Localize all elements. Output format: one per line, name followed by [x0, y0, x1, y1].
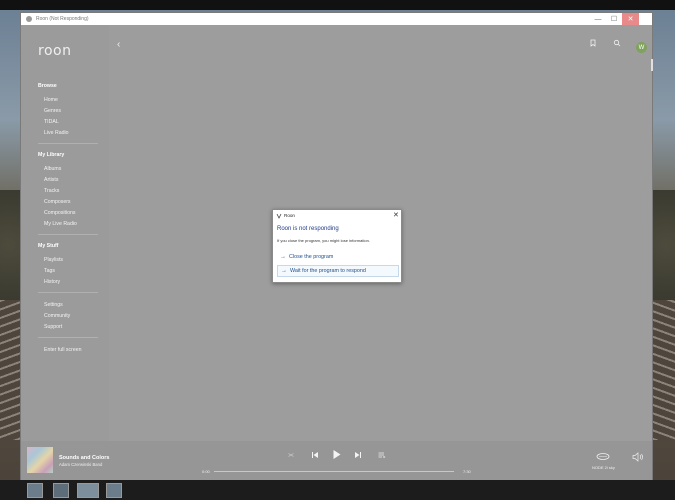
sidebar-divider [38, 143, 98, 144]
sidebar-divider [38, 234, 98, 235]
progress-bar[interactable] [214, 471, 454, 472]
queue-icon[interactable] [378, 451, 386, 459]
taskbar-thumbnail[interactable] [27, 483, 43, 498]
desktop-rails-left [0, 300, 22, 440]
close-the-program-option[interactable]: → Close the program [277, 251, 399, 263]
album-art[interactable] [27, 447, 53, 473]
sidebar-item-artists[interactable]: Artists [44, 177, 58, 183]
minimize-button[interactable]: — [590, 13, 606, 25]
sidebar-heading-browse: Browse [38, 83, 57, 89]
not-responding-dialog: Roon ✕ Roon is not responding If you clo… [272, 209, 402, 283]
desktop-rails-right [653, 300, 675, 440]
desktop-bushes-left [0, 190, 22, 300]
track-title[interactable]: Sounds and Colors [59, 455, 109, 461]
sidebar-item-genres[interactable]: Genres [44, 108, 61, 114]
arrow-right-icon: → [281, 268, 287, 274]
sidebar-item-tidal[interactable]: TIDAL [44, 119, 59, 125]
wait-for-program-label: Wait for the program to respond [290, 268, 366, 274]
sidebar-item-community[interactable]: Community [44, 313, 70, 319]
taskbar-thumbnail[interactable] [106, 483, 122, 498]
time-total: 7:30 [463, 469, 471, 474]
desktop-bushes-right [653, 190, 675, 300]
volume-icon[interactable] [632, 452, 644, 462]
user-avatar[interactable]: W [636, 42, 647, 53]
dialog-title: Roon [284, 213, 295, 218]
track-artist[interactable]: Adam Czerwinski Band [59, 462, 102, 467]
sidebar-item-settings[interactable]: Settings [44, 302, 63, 308]
sidebar-item-playlists[interactable]: Playlists [44, 257, 63, 263]
previous-track-icon[interactable] [311, 451, 319, 459]
sidebar-item-compositions[interactable]: Compositions [44, 210, 75, 216]
sidebar-item-albums[interactable]: Albums [44, 166, 61, 172]
sidebar-item-composers[interactable]: Composers [44, 199, 71, 205]
arrow-right-icon: → [280, 254, 286, 260]
sidebar-item-tags[interactable]: Tags [44, 268, 55, 274]
sidebar-item-tracks[interactable]: Tracks [44, 188, 59, 194]
window-title: Roon (Not Responding) [36, 16, 89, 22]
dialog-message: If you close the program, you might lose… [277, 238, 370, 243]
sidebar-heading-my-stuff: My Stuff [38, 243, 59, 249]
taskbar [0, 480, 675, 500]
taskbar-thumbnail[interactable] [77, 483, 99, 498]
shuffle-icon[interactable] [288, 452, 294, 458]
sidebar-heading-my-library: My Library [38, 152, 65, 158]
sidebar-item-support[interactable]: Support [44, 324, 62, 330]
sidebar-divider [38, 337, 98, 338]
play-icon[interactable] [331, 449, 342, 460]
bookmark-icon[interactable] [588, 38, 598, 48]
close-the-program-label: Close the program [289, 254, 334, 260]
sidebar-item-history[interactable]: History [44, 279, 60, 285]
scrollbar-thumb[interactable] [651, 59, 653, 71]
zone-device-icon[interactable] [596, 451, 610, 461]
back-chevron-icon[interactable]: ‹ [117, 39, 120, 50]
sidebar-item-home[interactable]: Home [44, 97, 58, 103]
search-icon[interactable] [612, 38, 622, 48]
now-playing-bar: Sounds and Colors Adam Czerwinski Band 0… [21, 441, 652, 480]
dialog-close-button[interactable]: ✕ [393, 211, 399, 219]
time-elapsed: 0:00 [202, 469, 210, 474]
taskbar-thumbnail[interactable] [53, 483, 69, 498]
roon-app-icon [26, 16, 32, 22]
sidebar-item-live-radio[interactable]: Live Radio [44, 130, 69, 136]
dialog-heading: Roon is not responding [277, 226, 339, 232]
window-titlebar[interactable]: Roon (Not Responding) [21, 13, 652, 25]
roon-logo[interactable]: roon [38, 43, 71, 59]
maximize-button[interactable]: ☐ [606, 13, 622, 25]
zone-name[interactable]: NODE 2i sky [592, 465, 615, 470]
wait-for-program-option[interactable]: → Wait for the program to respond [277, 265, 399, 277]
close-window-button[interactable]: ✕ [622, 13, 639, 25]
top-black-strip [0, 0, 675, 10]
sidebar-divider [38, 292, 98, 293]
sidebar-item-my-live-radio[interactable]: My Live Radio [44, 221, 77, 227]
next-track-icon[interactable] [354, 451, 362, 459]
roon-dialog-icon [276, 213, 282, 219]
enter-full-screen-link[interactable]: Enter full screen [44, 347, 81, 353]
sidebar: roon Browse Home Genres TIDAL Live Radio… [21, 25, 109, 441]
